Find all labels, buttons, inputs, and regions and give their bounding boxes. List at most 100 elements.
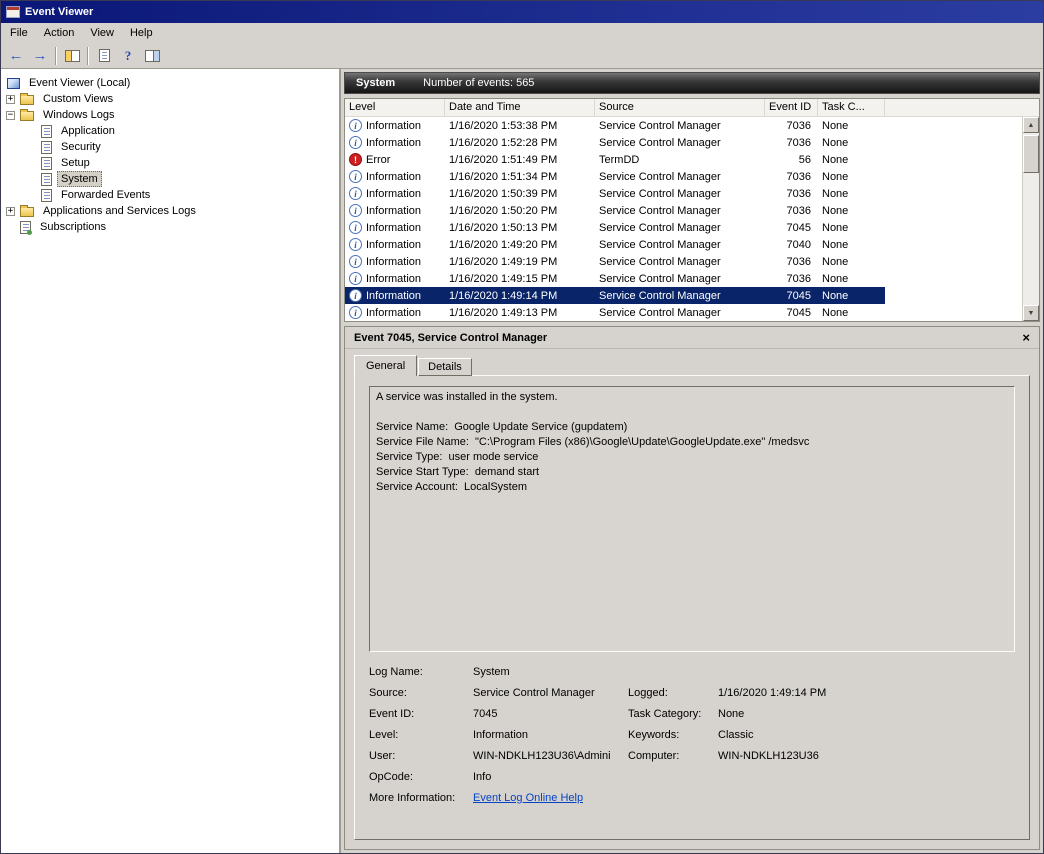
event-id-cell: 7040 <box>765 236 818 253</box>
event-source-cell: Service Control Manager <box>595 117 765 134</box>
tree-item-security[interactable]: Security <box>1 139 339 155</box>
tree-item-label: System <box>57 171 102 187</box>
scrollbar-thumb[interactable] <box>1023 135 1039 173</box>
field-value: 7045 <box>473 708 628 720</box>
tree-item-label: Application <box>57 123 119 139</box>
tab-general[interactable]: General <box>354 355 417 376</box>
column-header-task-c[interactable]: Task C... <box>818 99 885 116</box>
tree-item-label: Event Viewer (Local) <box>25 75 134 91</box>
toolbar: ←→? <box>1 43 1043 69</box>
event-id-cell: 7036 <box>765 168 818 185</box>
tree-item-system[interactable]: System <box>1 171 339 187</box>
field-value: None <box>718 708 1015 720</box>
show-console-tree-button[interactable] <box>60 45 84 67</box>
field-label: Computer: <box>628 750 718 762</box>
help-button[interactable]: ? <box>116 45 140 67</box>
event-datetime-cell: 1/16/2020 1:51:34 PM <box>445 168 595 185</box>
event-row[interactable]: iInformation1/16/2020 1:51:34 PMService … <box>345 168 885 185</box>
event-id-cell: 7036 <box>765 134 818 151</box>
event-task-category-cell: None <box>818 270 885 287</box>
event-level-text: Information <box>366 205 421 217</box>
log-icon <box>41 157 52 170</box>
event-id-cell: 7036 <box>765 270 818 287</box>
titlebar: Event Viewer <box>1 1 1043 23</box>
vertical-scrollbar[interactable]: ▲ ▼ <box>1022 117 1039 321</box>
event-row[interactable]: iInformation1/16/2020 1:49:19 PMService … <box>345 253 885 270</box>
field-label: Task Category: <box>628 708 718 720</box>
field-value: Service Control Manager <box>473 687 628 699</box>
event-level-cell: iInformation <box>345 270 445 287</box>
subscription-icon <box>20 221 31 234</box>
menu-help[interactable]: Help <box>122 24 161 42</box>
tree-item-forwarded-events[interactable]: Forwarded Events <box>1 187 339 203</box>
event-task-category-cell: None <box>818 202 885 219</box>
tree-item-setup[interactable]: Setup <box>1 155 339 171</box>
console-tree: Event Viewer (Local) + Custom Views − Window… <box>1 69 341 853</box>
event-source-cell: Service Control Manager <box>595 134 765 151</box>
field-value: Info <box>473 771 628 783</box>
event-datetime-cell: 1/16/2020 1:49:15 PM <box>445 270 595 287</box>
preview-pane-title: Event 7045, Service Control Manager <box>354 332 547 344</box>
event-level-text: Information <box>366 256 421 268</box>
tree-item-subscriptions[interactable]: Subscriptions <box>1 219 339 235</box>
event-row[interactable]: iInformation1/16/2020 1:50:20 PMService … <box>345 202 885 219</box>
tree-item-label: Windows Logs <box>39 107 119 123</box>
folder-icon <box>20 207 34 217</box>
tree-item-label: Forwarded Events <box>57 187 154 203</box>
event-row[interactable]: iInformation1/16/2020 1:50:13 PMService … <box>345 219 885 236</box>
scrollbar-track[interactable] <box>1023 133 1039 305</box>
tree-expander-icon[interactable]: + <box>6 95 15 104</box>
menu-action[interactable]: Action <box>36 24 83 42</box>
event-task-category-cell: None <box>818 219 885 236</box>
field-value: WIN-NDKLH123U36\Admini <box>473 750 628 762</box>
tree-expander-icon[interactable]: − <box>6 111 15 120</box>
back-button[interactable]: ← <box>4 45 28 67</box>
tree-item-windows-logs[interactable]: − Windows Logs <box>1 107 339 123</box>
results-pane: System Number of events: 565 LevelDate a… <box>341 69 1043 853</box>
tree-item-label: Custom Views <box>39 91 117 107</box>
event-list: LevelDate and TimeSourceEvent IDTask C..… <box>344 98 1040 322</box>
tree-item-label: Setup <box>57 155 94 171</box>
detail-field-row: OpCode:Info <box>369 771 1015 792</box>
tree-item-applications-and-services-logs[interactable]: + Applications and Services Logs <box>1 203 339 219</box>
column-header-event-id[interactable]: Event ID <box>765 99 818 116</box>
forward-button[interactable]: → <box>28 45 52 67</box>
event-row[interactable]: iInformation1/16/2020 1:50:39 PMService … <box>345 185 885 202</box>
scroll-up-button[interactable]: ▲ <box>1023 117 1039 133</box>
column-header-source[interactable]: Source <box>595 99 765 116</box>
event-level-cell: iInformation <box>345 304 445 321</box>
tree-expander-icon[interactable]: + <box>6 207 15 216</box>
event-row[interactable]: iInformation1/16/2020 1:49:14 PMService … <box>345 287 885 304</box>
event-row[interactable]: iInformation1/16/2020 1:53:38 PMService … <box>345 117 885 134</box>
tab-details[interactable]: Details <box>418 358 472 376</box>
tree-item-application[interactable]: Application <box>1 123 339 139</box>
event-row[interactable]: iInformation1/16/2020 1:49:20 PMService … <box>345 236 885 253</box>
menu-view[interactable]: View <box>82 24 122 42</box>
event-level-cell: iInformation <box>345 236 445 253</box>
column-header-level[interactable]: Level <box>345 99 445 116</box>
event-row[interactable]: !Error1/16/2020 1:51:49 PMTermDD56None <box>345 151 885 168</box>
event-rows: iInformation1/16/2020 1:53:38 PMService … <box>345 117 1022 321</box>
menubar: FileActionViewHelp <box>1 23 1043 43</box>
event-task-category-cell: None <box>818 117 885 134</box>
show-action-pane-button[interactable] <box>140 45 164 67</box>
close-preview-button[interactable]: × <box>1022 330 1030 345</box>
event-task-category-cell: None <box>818 253 885 270</box>
export-button[interactable] <box>92 45 116 67</box>
scroll-down-button[interactable]: ▼ <box>1023 305 1039 321</box>
event-level-text: Information <box>366 290 421 302</box>
event-row[interactable]: iInformation1/16/2020 1:49:15 PMService … <box>345 270 885 287</box>
tree-item-custom-views[interactable]: + Custom Views <box>1 91 339 107</box>
column-header-date-and-time[interactable]: Date and Time <box>445 99 595 116</box>
event-row[interactable]: iInformation1/16/2020 1:49:13 PMService … <box>345 304 885 321</box>
event-log-online-help-link[interactable]: Event Log Online Help <box>473 792 583 804</box>
event-level-text: Information <box>366 273 421 285</box>
tree-item-label: Applications and Services Logs <box>39 203 200 219</box>
event-row[interactable]: iInformation1/16/2020 1:52:28 PMService … <box>345 134 885 151</box>
tree-item-event-viewer-local[interactable]: Event Viewer (Local) <box>1 75 339 91</box>
event-level-cell: iInformation <box>345 202 445 219</box>
help-icon: ? <box>125 48 132 64</box>
field-label: Source: <box>369 687 473 699</box>
menu-file[interactable]: File <box>2 24 36 42</box>
detail-field-row: Log Name:System <box>369 666 1015 687</box>
